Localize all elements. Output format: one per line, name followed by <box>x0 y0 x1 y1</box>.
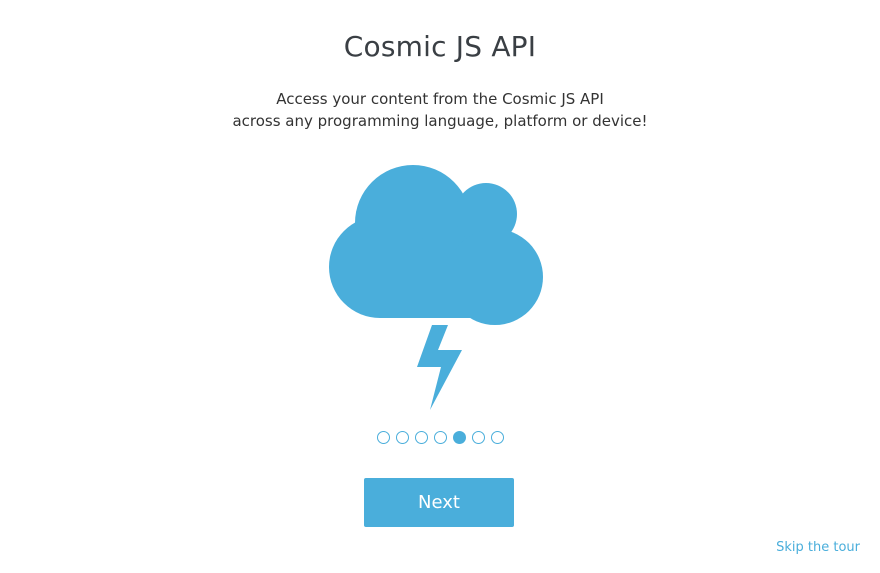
step-dot-3[interactable] <box>414 431 428 444</box>
cloud-lightning-icon <box>329 165 543 410</box>
next-button[interactable]: Next <box>364 478 514 527</box>
tour-title: Cosmic JS API <box>343 30 537 63</box>
step-dot-5-current[interactable] <box>452 431 466 444</box>
cloud-lightning-illustration <box>320 155 560 415</box>
tour-description: Access your content from the Cosmic JS A… <box>0 88 880 132</box>
step-dot-1[interactable] <box>376 431 390 444</box>
step-dot-7[interactable] <box>490 431 504 444</box>
tour-description-line-1: Access your content from the Cosmic JS A… <box>276 90 604 108</box>
tour-description-line-2: across any programming language, platfor… <box>232 112 648 130</box>
skip-tour-link[interactable]: Skip the tour <box>776 540 860 555</box>
step-indicator <box>0 431 880 444</box>
step-dot-4[interactable] <box>433 431 447 444</box>
step-dot-6[interactable] <box>471 431 485 444</box>
step-dot-2[interactable] <box>395 431 409 444</box>
